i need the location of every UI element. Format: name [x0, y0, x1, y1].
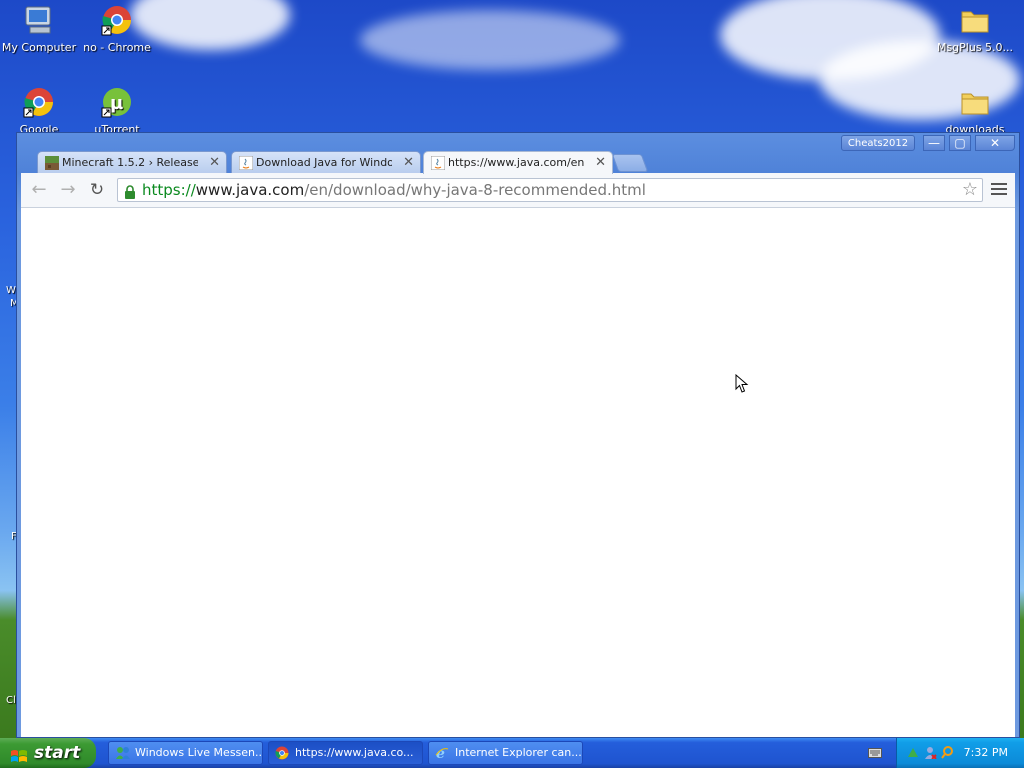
close-window-button[interactable]: ✕	[975, 135, 1015, 151]
folder-icon	[958, 4, 992, 38]
my-computer-icon	[22, 4, 56, 38]
start-label: start	[34, 743, 81, 763]
svg-text:µ: µ	[110, 93, 123, 114]
tab-title: Minecraft 1.5.2 › Releases	[62, 156, 198, 169]
desktop-icon-downloads[interactable]: downloads	[934, 86, 1016, 136]
desktop-icon-no-chrome[interactable]: no - Chrome	[76, 4, 158, 54]
desktop-edge-text: W	[6, 285, 16, 296]
desktop-icon-label: MsgPlus 5.0...	[936, 41, 1014, 54]
task-internet-explorer[interactable]: e Internet Explorer can...	[428, 741, 583, 765]
url-path: /en/download/why-java-8-recommended.html	[304, 181, 646, 199]
search-tray-icon[interactable]	[941, 746, 954, 759]
utorrent-icon: µ	[100, 86, 134, 120]
desktop-icon-msgplus[interactable]: MsgPlus 5.0...	[934, 4, 1016, 54]
desktop-icon-label: My Computer	[1, 41, 77, 54]
chrome-icon	[275, 746, 289, 760]
task-label: https://www.java.co...	[295, 746, 414, 759]
messenger-tray-icon[interactable]	[924, 746, 937, 760]
bookmark-star-icon[interactable]: ☆	[962, 179, 978, 201]
desktop-edge-text: Cl	[6, 695, 16, 706]
messenger-icon	[115, 746, 130, 760]
toolbar: ← → ↻ https://www.java.com/en/download/w…	[21, 173, 1015, 208]
tab-title: https://www.java.com/en/do	[448, 156, 584, 169]
address-bar[interactable]: https://www.java.com/en/download/why-jav…	[117, 178, 983, 202]
java-favicon	[238, 155, 254, 171]
ie-icon: e	[435, 746, 449, 762]
task-windows-live-messenger[interactable]: Windows Live Messen...	[108, 741, 263, 765]
chrome-window: Cheats2012 — ▢ ✕ Minecraft 1.5.2 › Relea…	[16, 132, 1020, 738]
system-tray: 7:32 PM	[896, 738, 1024, 768]
tab-download-java[interactable]: Download Java for Windows ✕	[231, 151, 421, 173]
desktop-icon-my-computer[interactable]: My Computer	[0, 4, 80, 54]
task-label: Windows Live Messen...	[135, 746, 263, 759]
maximize-button[interactable]: ▢	[949, 135, 971, 151]
windows-flag-icon	[10, 745, 28, 762]
cloud	[360, 10, 620, 70]
forward-button[interactable]: →	[58, 180, 78, 200]
task-label: Internet Explorer can...	[455, 746, 582, 759]
chrome-shortcut-icon	[100, 4, 134, 38]
tab-java-active[interactable]: https://www.java.com/en/do ✕	[423, 151, 613, 174]
page-content[interactable]	[21, 208, 1015, 737]
close-tab-icon[interactable]: ✕	[209, 152, 220, 173]
network-icon[interactable]	[907, 746, 920, 759]
start-button[interactable]: start	[0, 738, 96, 768]
close-tab-icon[interactable]: ✕	[403, 152, 414, 173]
reload-button[interactable]: ↻	[87, 180, 107, 200]
desktop-icon-utorrent[interactable]: µ µTorrent	[76, 86, 158, 136]
task-chrome-java[interactable]: https://www.java.co...	[268, 741, 423, 765]
mouse-cursor-icon	[735, 374, 749, 393]
taskbar: start Windows Live Messen... https://www…	[0, 738, 1024, 768]
clock[interactable]: 7:32 PM	[964, 746, 1008, 759]
minecraft-favicon	[45, 156, 59, 170]
java-favicon	[430, 155, 446, 171]
url-scheme: https://	[142, 181, 196, 199]
back-button[interactable]: ←	[29, 180, 49, 200]
new-tab-button[interactable]	[611, 154, 649, 172]
close-tab-icon[interactable]: ✕	[595, 152, 606, 173]
keyboard-icon[interactable]	[868, 747, 882, 762]
tab-minecraft[interactable]: Minecraft 1.5.2 › Releases ✕	[37, 151, 227, 173]
folder-icon	[958, 86, 992, 120]
chrome-icon	[22, 86, 56, 120]
minimize-button[interactable]: —	[923, 135, 945, 151]
tab-title: Download Java for Windows	[256, 156, 392, 169]
desktop-icon-label: no - Chrome	[83, 41, 151, 54]
url-host: www.java.com	[195, 181, 305, 199]
profile-button[interactable]: Cheats2012	[841, 135, 915, 151]
lock-icon	[124, 183, 136, 205]
chrome-menu-icon[interactable]	[991, 180, 1007, 200]
